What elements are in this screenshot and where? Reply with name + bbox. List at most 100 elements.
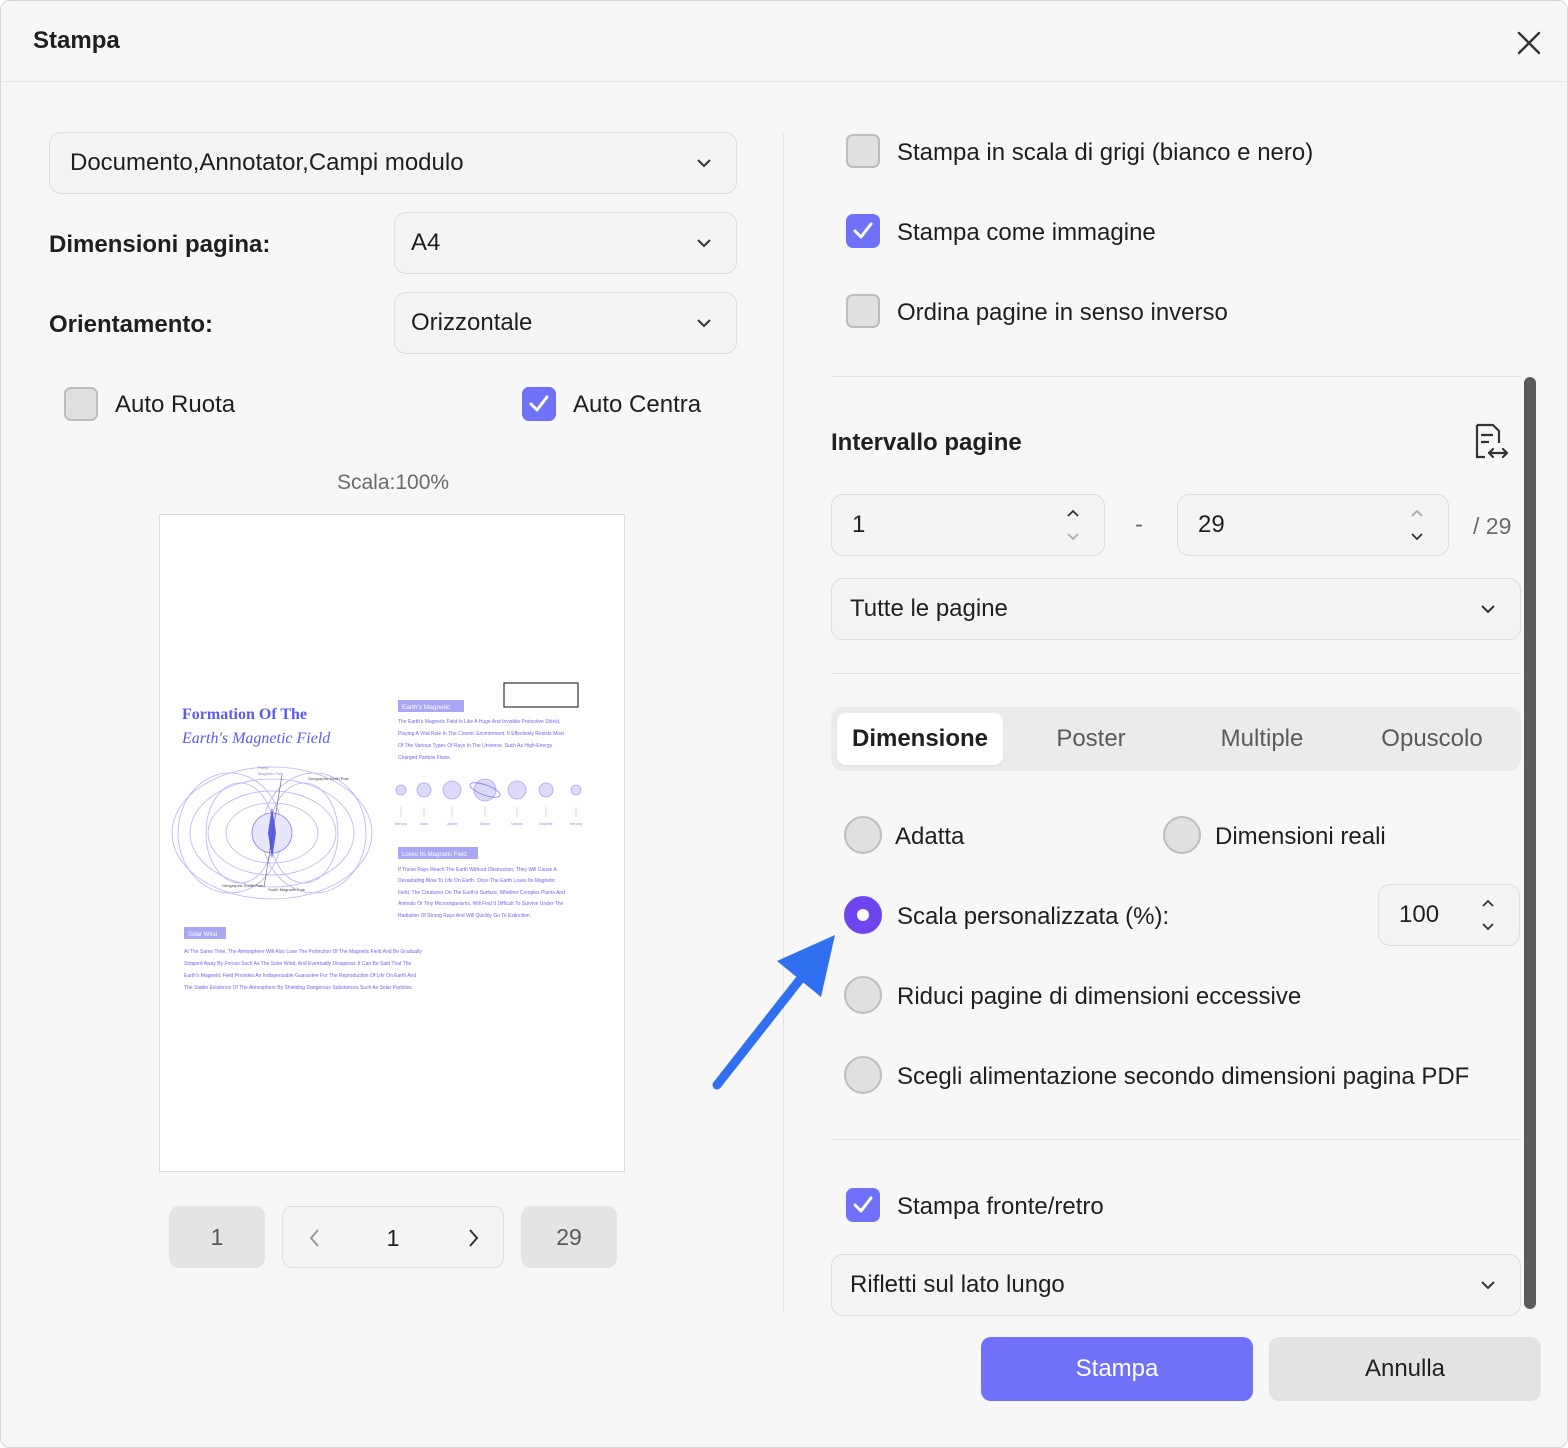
preview-para2-line: Radiation Of Strong Rays And Will Quickl… — [398, 913, 531, 919]
print-preview: Formation Of The Earth's Magnetic Field … — [159, 514, 625, 1172]
close-icon — [1517, 31, 1541, 55]
planet-label: Neptune — [539, 822, 552, 826]
preview-para2-line: If These Rays Reach The Earth Without Ob… — [398, 867, 557, 873]
chevron-down-icon — [697, 319, 711, 328]
preview-tag1-text: Earth's Magnetic — [402, 704, 451, 711]
preview-planets — [395, 778, 582, 802]
preview-empty-box — [503, 682, 579, 708]
spinner-arrows-icon[interactable] — [1410, 507, 1424, 543]
dialog-title: Stampa — [33, 27, 120, 54]
content-select[interactable]: Documento,Annotator,Campi modulo — [49, 132, 737, 194]
section-divider — [831, 376, 1521, 377]
range-to-input[interactable]: 29 — [1177, 494, 1449, 556]
print-as-image-checkbox[interactable] — [846, 214, 880, 248]
preview-planet-labels: Mercury Mars Jupiter Saturn Uranus Neptu… — [395, 822, 583, 826]
column-divider — [783, 133, 784, 1313]
preview-title-line1: Formation Of The — [182, 706, 307, 723]
page-range-swap-button[interactable] — [1467, 421, 1511, 465]
first-page-button[interactable]: 1 — [169, 1206, 265, 1268]
page-subset-select[interactable]: Tutte le pagine — [831, 578, 1521, 640]
planet-mark — [538, 782, 554, 798]
last-page-button[interactable]: 29 — [521, 1206, 617, 1268]
actual-size-label: Dimensioni reali — [1215, 823, 1386, 850]
diagram-label: Partly — [258, 765, 268, 770]
tab-multiple[interactable]: Multiple — [1179, 713, 1345, 765]
chevron-down-icon — [1481, 605, 1495, 614]
planet-label: Mars — [420, 822, 428, 826]
checkmark-icon — [853, 222, 873, 239]
preview-tag3-text: Solar Wind — [188, 932, 217, 938]
range-to-value: 29 — [1198, 511, 1225, 538]
planet-mark — [416, 782, 432, 798]
chevron-down-icon — [697, 239, 711, 248]
document-swap-icon — [1475, 423, 1509, 459]
chevron-right-icon[interactable] — [463, 1227, 483, 1249]
diagram-label: Magnetic Pole — [258, 771, 284, 776]
preview-para3: At The Same Time, The Atmosphere Will Al… — [184, 949, 422, 991]
diagram-label: South Magnetic Pole — [268, 887, 306, 892]
planet-label: Jupiter — [447, 822, 458, 826]
planet-label: Mercury — [395, 822, 408, 826]
preview-para3-line: At The Same Time, The Atmosphere Will Al… — [184, 949, 422, 955]
range-from-input[interactable]: 1 — [831, 494, 1105, 556]
preview-para3-line: Earth's Magnetic Field Provides An Indis… — [184, 973, 416, 979]
orientation-label: Orientamento: — [49, 311, 214, 338]
settings-scrollbar[interactable] — [1524, 377, 1536, 1309]
scale-label: Scala:100% — [337, 471, 450, 494]
preview-page-content: Formation Of The Earth's Magnetic Field … — [171, 682, 583, 991]
diagram-label: Geographic North Pole — [308, 776, 349, 781]
range-from-value: 1 — [852, 511, 866, 538]
print-mode-tabs: Dimensione Poster Multiple Opuscolo — [831, 707, 1521, 771]
planet-mark — [473, 778, 497, 802]
content-select-value: Documento,Annotator,Campi modulo — [70, 149, 464, 176]
planet-mark — [507, 780, 527, 800]
reverse-order-checkbox[interactable] — [846, 294, 880, 328]
fit-label: Adatta — [895, 823, 965, 850]
preview-para3-line: Stripped Away By Forces Such As The Sola… — [184, 961, 411, 967]
page-size-select[interactable]: A4 — [394, 212, 737, 274]
page-size-label: Dimensioni pagina: — [49, 231, 271, 258]
grayscale-checkbox[interactable] — [846, 134, 880, 168]
print-button[interactable]: Stampa — [981, 1337, 1253, 1401]
spinner-arrows-icon[interactable] — [1481, 897, 1495, 933]
close-button[interactable] — [1509, 23, 1549, 63]
duplex-mode-select[interactable]: Rifletti sul lato lungo — [831, 1254, 1521, 1316]
preview-para2-line: Field, The Creatures On The Earth's Surf… — [398, 890, 565, 896]
preview-para1: The Earth's Magnetic Field Is Like A Hug… — [398, 719, 565, 761]
auto-rotate-checkbox[interactable] — [64, 387, 98, 421]
custom-scale-value: 100 — [1399, 901, 1440, 928]
checkmark-icon — [529, 395, 549, 412]
tab-dimensione[interactable]: Dimensione — [837, 713, 1003, 765]
duplex-mode-value: Rifletti sul lato lungo — [850, 1271, 1065, 1298]
spinner-arrows-icon[interactable] — [1066, 507, 1080, 543]
preview-tag2-text: Loses Its Magnetic Field — [402, 852, 467, 858]
fit-radio[interactable] — [844, 816, 882, 854]
custom-scale-label: Scala personalizzata (%): — [897, 903, 1170, 930]
preview-para2-line: Animals Or Tiny Microorganisms, Will Fin… — [398, 901, 564, 907]
print-dialog: Stampa Documento,Annotator,Campi modulo … — [0, 0, 1568, 1448]
tab-poster[interactable]: Poster — [1008, 713, 1174, 765]
print-as-image-label: Stampa come immagine — [897, 219, 1156, 246]
actual-size-radio[interactable] — [1163, 816, 1201, 854]
duplex-checkbox[interactable] — [846, 1188, 880, 1222]
preview-para1-line: Charged Particle Flows. — [398, 755, 451, 761]
reverse-order-label: Ordina pagine in senso inverso — [897, 299, 1228, 326]
diagram-label: Geographic South Pole — [222, 883, 264, 888]
preview-para1-line: Playing A Vital Role In The Cosmic Envir… — [398, 731, 565, 737]
paper-source-label: Scegli alimentazione secondo dimensioni … — [897, 1063, 1470, 1090]
range-separator: - — [1135, 511, 1143, 538]
preview-para1-line: Of The Various Types Of Rays In The Univ… — [398, 743, 553, 749]
preview-para1-line: The Earth's Magnetic Field Is Like A Hug… — [398, 719, 560, 725]
chevron-down-icon — [697, 159, 711, 168]
page-range-title: Intervallo pagine — [831, 429, 1022, 456]
auto-center-checkbox[interactable] — [522, 387, 556, 421]
checkmark-icon — [853, 1196, 873, 1213]
preview-planet-ticks — [400, 807, 577, 817]
custom-scale-input[interactable]: 100 — [1378, 884, 1520, 946]
orientation-select[interactable]: Orizzontale — [394, 292, 737, 354]
planet-mark — [442, 780, 462, 800]
page-navigator: 1 — [282, 1206, 504, 1268]
cancel-button[interactable]: Annulla — [1269, 1337, 1541, 1401]
duplex-label: Stampa fronte/retro — [897, 1193, 1104, 1220]
tab-opuscolo[interactable]: Opuscolo — [1349, 713, 1515, 765]
